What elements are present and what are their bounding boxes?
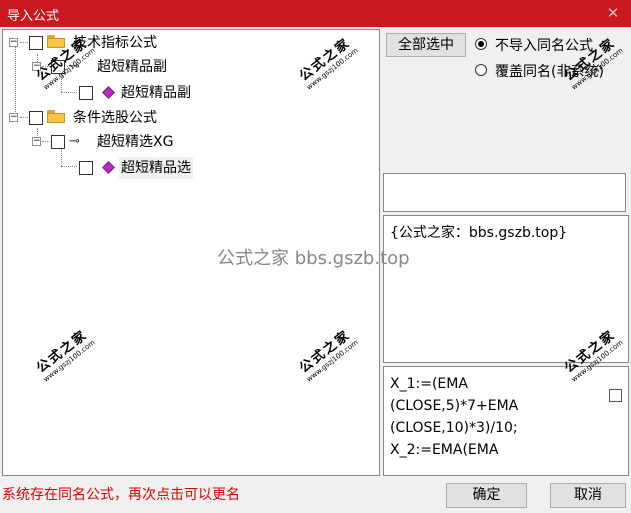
- radio-skip-label[interactable]: 不导入同名公式: [495, 35, 593, 55]
- radio-overwrite-same-name[interactable]: [475, 64, 487, 76]
- tree-node-formula-group[interactable]: − ⊸ 超短精品副: [3, 56, 263, 78]
- tree-node-formula-selected[interactable]: 超短精品选: [3, 156, 263, 179]
- expand-toggle-icon[interactable]: −: [32, 137, 41, 146]
- formula-gem-icon: [102, 161, 115, 174]
- tree-node-stock-selection[interactable]: − 条件选股公式: [3, 107, 263, 129]
- formula-gem-icon: [102, 86, 115, 99]
- ok-button[interactable]: 确定: [446, 483, 527, 508]
- select-all-button[interactable]: 全部选中: [386, 33, 466, 57]
- tree-node-label: 超短精品副: [121, 85, 191, 101]
- node-checkbox[interactable]: [51, 60, 65, 74]
- node-checkbox[interactable]: [29, 111, 43, 125]
- formula-type-icon: ⊸: [69, 59, 80, 74]
- node-checkbox[interactable]: [79, 86, 93, 100]
- radio-skip-same-name[interactable]: [475, 38, 487, 50]
- radio-overwrite-label[interactable]: 覆盖同名(非系统): [495, 61, 604, 81]
- title-bar: 导入公式 ✕: [0, 0, 631, 27]
- formula-tree[interactable]: − 技术指标公式 − ⊸ 超短精品副 超短精品副 − 条件选股公式 − ⊸ 超短…: [2, 29, 380, 476]
- info-field: [383, 173, 626, 212]
- description-text: {公式之家：bbs.gszb.top}: [390, 225, 568, 241]
- formula-type-icon: ⊸: [69, 134, 80, 149]
- tree-node-formula-group[interactable]: − ⊸ 超短精选XG: [3, 131, 263, 153]
- node-checkbox[interactable]: [51, 135, 65, 149]
- expand-toggle-icon[interactable]: −: [9, 113, 18, 122]
- tree-node-label: 超短精品副: [97, 59, 167, 75]
- folder-icon: [47, 110, 65, 123]
- node-checkbox[interactable]: [29, 36, 43, 50]
- node-checkbox[interactable]: [79, 161, 93, 175]
- status-message: 系统存在同名公式，再次点击可以更名: [2, 487, 240, 503]
- window-title: 导入公式: [7, 9, 60, 24]
- folder-icon: [47, 35, 65, 48]
- tree-node-label: 超短精选XG: [97, 134, 174, 150]
- tree-node-label: 条件选股公式: [73, 110, 157, 126]
- close-icon[interactable]: ✕: [595, 0, 631, 27]
- cancel-button[interactable]: 取消: [550, 483, 626, 508]
- formula-editor[interactable]: X_1:=(EMA (CLOSE,5)*7+EMA (CLOSE,10)*3)/…: [383, 366, 629, 476]
- expand-toggle-icon[interactable]: −: [32, 62, 41, 71]
- formula-text[interactable]: X_1:=(EMA (CLOSE,5)*7+EMA (CLOSE,10)*3)/…: [390, 373, 600, 461]
- expand-toggle-icon[interactable]: −: [9, 38, 18, 47]
- tree-node-formula[interactable]: 超短精品副: [3, 81, 263, 103]
- description-box[interactable]: {公式之家：bbs.gszb.top}: [383, 215, 629, 363]
- tree-node-label: 超短精品选: [119, 157, 193, 179]
- tree-node-label: 技术指标公式: [73, 35, 157, 51]
- tree-node-technical-indicators[interactable]: − 技术指标公式: [3, 32, 263, 54]
- formula-checkbox[interactable]: [609, 389, 622, 402]
